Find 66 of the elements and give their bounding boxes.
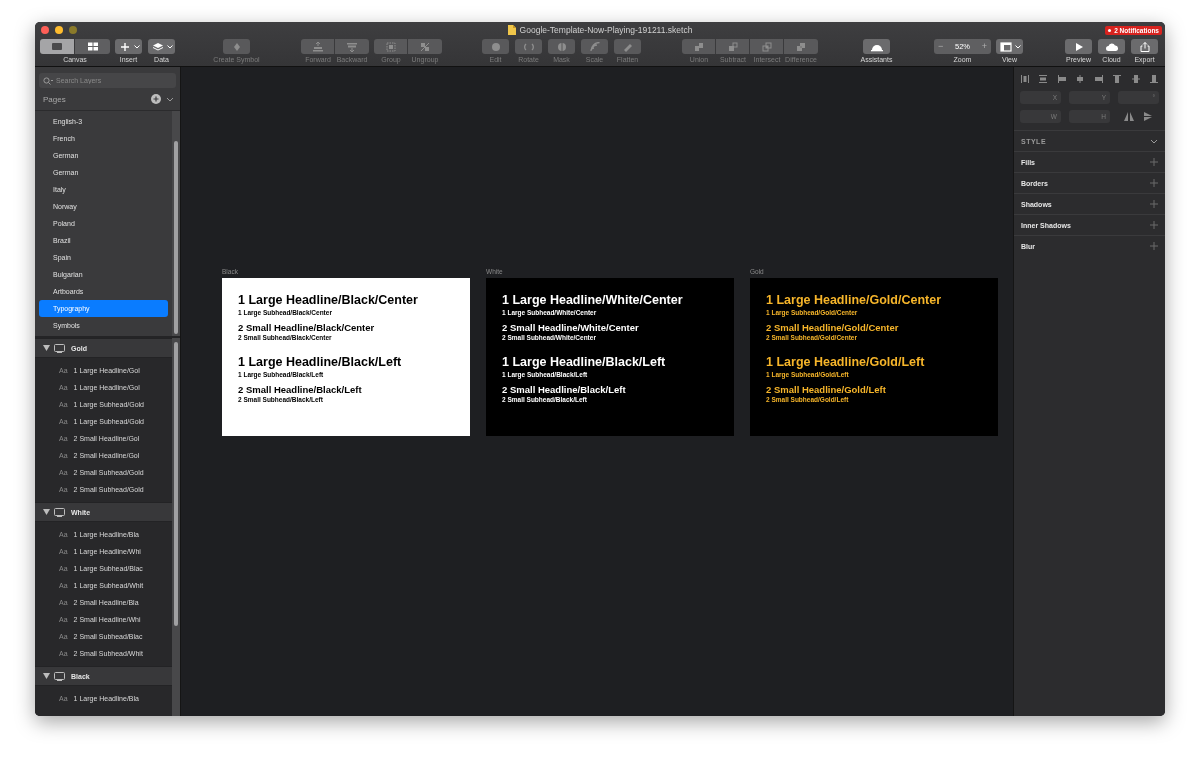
align-middle-icon[interactable] bbox=[1130, 74, 1141, 84]
align-bottom-icon[interactable] bbox=[1148, 74, 1159, 84]
sample-text: 1 Large Headline/Black/Center bbox=[238, 293, 418, 308]
align-top-icon[interactable] bbox=[1112, 74, 1123, 84]
flip-horizontal-icon[interactable] bbox=[1124, 112, 1134, 121]
close-button[interactable] bbox=[41, 26, 49, 34]
artboard-icon bbox=[54, 671, 65, 681]
align-left-icon[interactable] bbox=[1056, 74, 1067, 84]
toolbar-button[interactable] bbox=[1098, 39, 1125, 54]
distribute-vertical-icon[interactable] bbox=[1038, 74, 1049, 84]
document-icon bbox=[507, 25, 516, 35]
caret-icon bbox=[1014, 44, 1021, 49]
artboard-icon bbox=[54, 343, 65, 353]
window-icon bbox=[998, 41, 1013, 52]
sample-text: 1 Large Headline/Gold/Left bbox=[766, 355, 925, 370]
distribute-horizontal-icon[interactable] bbox=[1020, 74, 1030, 84]
cloud-icon bbox=[1104, 41, 1119, 52]
sample-text: 1 Large Headline/White/Center bbox=[502, 293, 683, 308]
sample-text: 1 Large Headline/Gold/Center bbox=[766, 293, 942, 308]
add-page-icon[interactable] bbox=[151, 94, 161, 104]
sample-text: 2 Small Headline/Gold/Left bbox=[766, 384, 886, 396]
canvas-view-button[interactable] bbox=[40, 39, 75, 54]
artboard-icon bbox=[54, 507, 65, 517]
layers-icon bbox=[150, 41, 165, 52]
chevron-down-icon[interactable] bbox=[1150, 138, 1158, 144]
toolbar-button[interactable] bbox=[148, 39, 175, 54]
toolbar-button[interactable] bbox=[996, 39, 1023, 54]
window-title: Google-Template-Now-Playing-191211.sketch bbox=[519, 25, 693, 35]
toolbar-button[interactable] bbox=[115, 39, 142, 54]
sample-text: 1 Large Headline/Black/Left bbox=[238, 355, 402, 370]
sample-text: 2 Small Headline/Gold/Center bbox=[766, 322, 899, 334]
disclosure-triangle-icon[interactable] bbox=[43, 345, 50, 351]
minimize-button[interactable] bbox=[55, 26, 63, 34]
caret-icon bbox=[166, 44, 173, 49]
forward-icon bbox=[310, 41, 325, 52]
sample-text: 2 Small Headline/Black/Left bbox=[502, 384, 626, 396]
zoom-window-button[interactable] bbox=[69, 26, 77, 34]
sample-text: 2 Small Headline/White/Center bbox=[502, 322, 639, 334]
toolbar-button[interactable] bbox=[1131, 39, 1158, 54]
grid-view-button[interactable] bbox=[75, 39, 110, 54]
scrollbar[interactable] bbox=[174, 342, 178, 626]
share-icon bbox=[1137, 41, 1152, 52]
disclosure-triangle-icon[interactable] bbox=[43, 509, 50, 515]
scale-icon bbox=[587, 41, 602, 52]
chevron-down-icon[interactable] bbox=[166, 96, 174, 102]
align-right-icon[interactable] bbox=[1093, 74, 1104, 84]
disclosure-triangle-icon[interactable] bbox=[43, 673, 50, 679]
difference-icon bbox=[794, 41, 808, 52]
rotate-icon bbox=[521, 41, 536, 52]
canvas-icon bbox=[51, 42, 63, 51]
search-icon bbox=[43, 77, 53, 85]
flip-vertical-icon[interactable] bbox=[1143, 112, 1153, 121]
scrollbar[interactable] bbox=[174, 141, 178, 334]
sample-text: 2 Small Headline/Black/Center bbox=[238, 322, 375, 334]
ungroup-icon bbox=[418, 41, 432, 52]
align-center-icon[interactable] bbox=[1075, 74, 1086, 84]
intersect-icon bbox=[759, 41, 774, 52]
caret-icon bbox=[133, 44, 140, 49]
sample-text: 2 Small Headline/Black/Left bbox=[238, 384, 362, 396]
grid-icon bbox=[86, 42, 99, 51]
pages-heading: Pages bbox=[43, 94, 67, 104]
toolbar-button[interactable] bbox=[863, 39, 890, 54]
sample-text: 1 Large Headline/Black/Left bbox=[502, 355, 666, 370]
backward-icon bbox=[345, 41, 359, 52]
toolbar-button[interactable] bbox=[1065, 39, 1092, 54]
group-icon bbox=[383, 41, 398, 52]
